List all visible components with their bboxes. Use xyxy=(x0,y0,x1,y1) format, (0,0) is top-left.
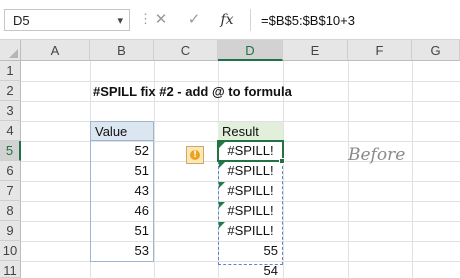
column-header-c[interactable]: C xyxy=(154,40,218,61)
error-indicator-icon xyxy=(219,202,225,208)
column-header-d[interactable]: D xyxy=(218,40,283,61)
insert-function-button[interactable]: fx xyxy=(216,9,238,31)
value-header[interactable]: Value xyxy=(91,122,153,141)
row-header-10[interactable]: 10 xyxy=(0,241,21,261)
column-header-e[interactable]: E xyxy=(283,40,348,61)
worksheet: A B C D E F G 1 2 3 4 5 6 7 8 9 10 11 #S… xyxy=(0,40,460,278)
select-all-button[interactable] xyxy=(0,40,21,61)
row-header-2[interactable]: 2 xyxy=(0,81,21,101)
result-cell[interactable]: #SPILL! xyxy=(220,141,281,161)
row-header-8[interactable]: 8 xyxy=(0,201,21,221)
spill-warning-button[interactable]: ! xyxy=(186,146,204,164)
result-cell[interactable]: #SPILL! xyxy=(220,221,281,241)
value-cell[interactable]: 51 xyxy=(91,221,153,241)
chevron-down-icon[interactable]: ▾ xyxy=(117,14,123,27)
result-header[interactable]: Result xyxy=(218,122,283,141)
row-header-3[interactable]: 3 xyxy=(0,101,21,121)
gridline xyxy=(412,61,413,278)
result-cell[interactable]: 54 xyxy=(219,261,282,278)
warning-icon: ! xyxy=(190,150,200,160)
row-header-6[interactable]: 6 xyxy=(0,161,21,181)
formula-bar: D5 ▾ ⋮ ✕ ✓ fx xyxy=(0,0,460,40)
value-cell[interactable]: 51 xyxy=(91,161,153,181)
error-indicator-icon xyxy=(219,142,225,148)
column-header-b[interactable]: B xyxy=(90,40,154,61)
column-header-f[interactable]: F xyxy=(348,40,412,61)
before-note: Before xyxy=(348,145,406,165)
column-header-a[interactable]: A xyxy=(21,40,90,61)
result-cell[interactable]: #SPILL! xyxy=(220,201,281,221)
sheet-title[interactable]: #SPILL fix #2 - add @ to formula xyxy=(93,82,292,102)
enter-button[interactable]: ✓ xyxy=(183,9,205,31)
row-header-7[interactable]: 7 xyxy=(0,181,21,201)
result-cell[interactable]: #SPILL! xyxy=(220,181,281,201)
value-cell[interactable]: 46 xyxy=(91,201,153,221)
name-box[interactable]: D5 ▾ xyxy=(4,9,130,31)
cancel-button[interactable]: ✕ xyxy=(150,9,172,31)
name-box-value: D5 xyxy=(13,13,30,28)
error-indicator-icon xyxy=(219,222,225,228)
formula-divider xyxy=(250,9,251,31)
select-all-icon xyxy=(9,49,18,58)
formula-input[interactable] xyxy=(252,9,460,31)
error-indicator-icon xyxy=(219,182,225,188)
row-header-11[interactable]: 11 xyxy=(0,261,21,278)
row-header-1[interactable]: 1 xyxy=(0,61,21,81)
row-header-9[interactable]: 9 xyxy=(0,221,21,241)
value-cell[interactable]: 43 xyxy=(91,181,153,201)
result-cell[interactable]: #SPILL! xyxy=(220,161,281,181)
row-header-5[interactable]: 5 xyxy=(0,141,21,161)
result-cell[interactable]: 55 xyxy=(219,241,282,261)
row-header-4[interactable]: 4 xyxy=(0,121,21,141)
value-cell[interactable]: 53 xyxy=(91,241,153,261)
column-header-g[interactable]: G xyxy=(412,40,460,61)
error-indicator-icon xyxy=(219,162,225,168)
gridline xyxy=(348,61,349,278)
value-cell[interactable]: 52 xyxy=(91,141,153,161)
